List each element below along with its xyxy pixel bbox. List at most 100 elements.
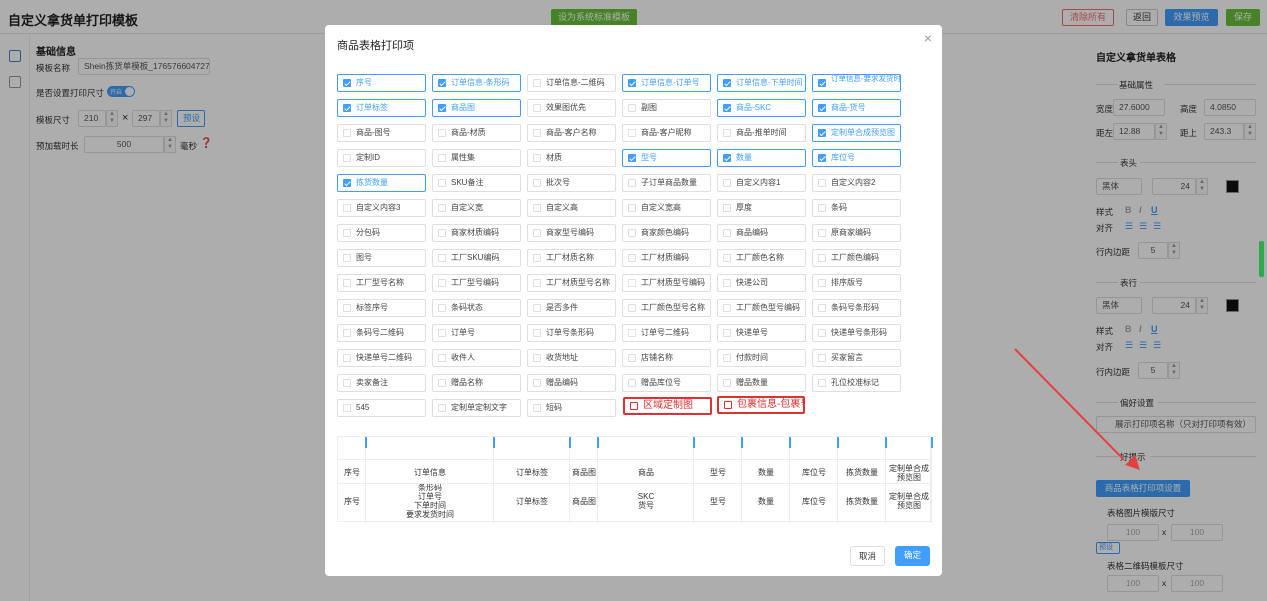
checkbox-icon[interactable] (818, 179, 826, 187)
print-item-checkbox[interactable]: 是否多件 (527, 299, 616, 317)
print-item-checkbox[interactable]: 批次号 (527, 174, 616, 192)
print-item-checkbox[interactable]: 商家颜色编码 (622, 224, 711, 242)
checkbox-icon[interactable] (343, 79, 351, 87)
print-item-checkbox[interactable]: 属性集 (432, 149, 521, 167)
checkbox-icon[interactable] (723, 279, 731, 287)
checkbox-icon[interactable] (533, 329, 541, 337)
print-item-checkbox[interactable]: 序号 (337, 74, 426, 92)
checkbox-icon[interactable] (628, 104, 636, 112)
print-item-checkbox[interactable]: 订单信息-要求发货时间 (812, 74, 901, 92)
print-item-checkbox[interactable]: 拣货数量 (337, 174, 426, 192)
print-item-checkbox[interactable]: 排序版号 (812, 274, 901, 292)
checkbox-icon[interactable] (438, 129, 446, 137)
checkbox-icon[interactable] (343, 404, 351, 412)
print-item-checkbox[interactable]: 商品编码 (717, 224, 806, 242)
print-item-checkbox[interactable]: 效果图优先 (527, 99, 616, 117)
print-item-checkbox[interactable]: 快递单号 (717, 324, 806, 342)
print-item-checkbox[interactable]: 标签序号 (337, 299, 426, 317)
checkbox-icon[interactable] (533, 79, 541, 87)
checkbox-icon[interactable] (724, 401, 732, 409)
checkbox-icon[interactable] (343, 129, 351, 137)
print-item-checkbox[interactable]: 商品-客户名称 (527, 124, 616, 142)
checkbox-icon[interactable] (818, 254, 826, 262)
checkbox-icon[interactable] (343, 104, 351, 112)
print-item-checkbox[interactable]: 快递单号条形码 (812, 324, 901, 342)
checkbox-icon[interactable] (723, 329, 731, 337)
checkbox-icon[interactable] (533, 254, 541, 262)
checkbox-icon[interactable] (343, 379, 351, 387)
checkbox-icon[interactable] (723, 379, 731, 387)
print-item-checkbox[interactable]: 商品-客户昵称 (622, 124, 711, 142)
print-item-checkbox[interactable]: SKU备注 (432, 174, 521, 192)
checkbox-icon[interactable] (533, 154, 541, 162)
print-item-checkbox[interactable]: 订单号条形码 (527, 324, 616, 342)
print-item-checkbox[interactable]: 图号 (337, 249, 426, 267)
checkbox-icon[interactable] (723, 154, 731, 162)
print-item-checkbox[interactable]: 商家材质编码 (432, 224, 521, 242)
checkbox-icon[interactable] (438, 229, 446, 237)
print-item-checkbox[interactable]: 区域定制图 (623, 397, 712, 415)
checkbox-icon[interactable] (818, 204, 826, 212)
print-item-checkbox[interactable]: 厚度 (717, 199, 806, 217)
print-item-checkbox[interactable]: 商品-SKC (717, 99, 806, 117)
print-item-checkbox[interactable]: 赠品名称 (432, 374, 521, 392)
checkbox-icon[interactable] (628, 179, 636, 187)
scroll-indicator[interactable] (1259, 241, 1264, 277)
print-item-checkbox[interactable]: 自定义宽 (432, 199, 521, 217)
checkbox-icon[interactable] (628, 129, 636, 137)
print-item-checkbox[interactable]: 条码号二维码 (337, 324, 426, 342)
print-item-checkbox[interactable]: 原商家编码 (812, 224, 901, 242)
print-item-checkbox[interactable]: 商品图 (432, 99, 521, 117)
print-item-checkbox[interactable]: 快递单号二维码 (337, 349, 426, 367)
checkbox-icon[interactable] (818, 229, 826, 237)
print-item-checkbox[interactable]: 工厂材质型号名称 (527, 274, 616, 292)
print-item-checkbox[interactable]: 订单信息-订单号 (622, 74, 711, 92)
print-item-checkbox[interactable]: 545 (337, 399, 426, 417)
checkbox-icon[interactable] (533, 354, 541, 362)
checkbox-icon[interactable] (533, 404, 541, 412)
checkbox-icon[interactable] (628, 379, 636, 387)
checkbox-icon[interactable] (438, 354, 446, 362)
checkbox-icon[interactable] (438, 179, 446, 187)
print-item-checkbox[interactable]: 条码号条形码 (812, 299, 901, 317)
checkbox-icon[interactable] (438, 304, 446, 312)
checkbox-icon[interactable] (438, 79, 446, 87)
checkbox-icon[interactable] (723, 179, 731, 187)
print-item-checkbox[interactable]: 工厂颜色型号名称 (622, 299, 711, 317)
print-item-checkbox[interactable]: 自定义内容1 (717, 174, 806, 192)
print-item-checkbox[interactable]: 条码 (812, 199, 901, 217)
checkbox-icon[interactable] (818, 129, 826, 137)
checkbox-icon[interactable] (343, 304, 351, 312)
print-item-checkbox[interactable]: 卖家备注 (337, 374, 426, 392)
print-item-checkbox[interactable]: 收件人 (432, 349, 521, 367)
print-item-checkbox[interactable]: 付款时间 (717, 349, 806, 367)
print-item-checkbox[interactable]: 工厂型号编码 (432, 274, 521, 292)
print-item-checkbox[interactable]: 包裹信息-包裹号 (717, 396, 805, 414)
checkbox-icon[interactable] (818, 379, 826, 387)
print-item-checkbox[interactable]: 自定义内容3 (337, 199, 426, 217)
checkbox-icon[interactable] (343, 179, 351, 187)
checkbox-icon[interactable] (628, 304, 636, 312)
checkbox-icon[interactable] (438, 104, 446, 112)
print-item-checkbox[interactable]: 工厂型号名称 (337, 274, 426, 292)
checkbox-icon[interactable] (723, 254, 731, 262)
print-item-checkbox[interactable]: 定制单定制文字 (432, 399, 521, 417)
print-item-checkbox[interactable]: 商品-货号 (812, 99, 901, 117)
checkbox-icon[interactable] (343, 204, 351, 212)
print-item-checkbox[interactable]: 商品-推单时间 (717, 124, 806, 142)
checkbox-icon[interactable] (533, 104, 541, 112)
checkbox-icon[interactable] (723, 129, 731, 137)
cancel-button[interactable]: 取消 (850, 546, 885, 566)
print-item-checkbox[interactable]: 订单号二维码 (622, 324, 711, 342)
close-icon[interactable]: × (924, 30, 932, 46)
checkbox-icon[interactable] (533, 179, 541, 187)
checkbox-icon[interactable] (630, 402, 638, 410)
print-item-checkbox[interactable]: 条码状态 (432, 299, 521, 317)
checkbox-icon[interactable] (533, 229, 541, 237)
checkbox-icon[interactable] (818, 304, 826, 312)
checkbox-icon[interactable] (533, 304, 541, 312)
checkbox-icon[interactable] (628, 204, 636, 212)
checkbox-icon[interactable] (628, 329, 636, 337)
print-item-checkbox[interactable]: 工厂颜色型号编码 (717, 299, 806, 317)
print-item-checkbox[interactable]: 副图 (622, 99, 711, 117)
